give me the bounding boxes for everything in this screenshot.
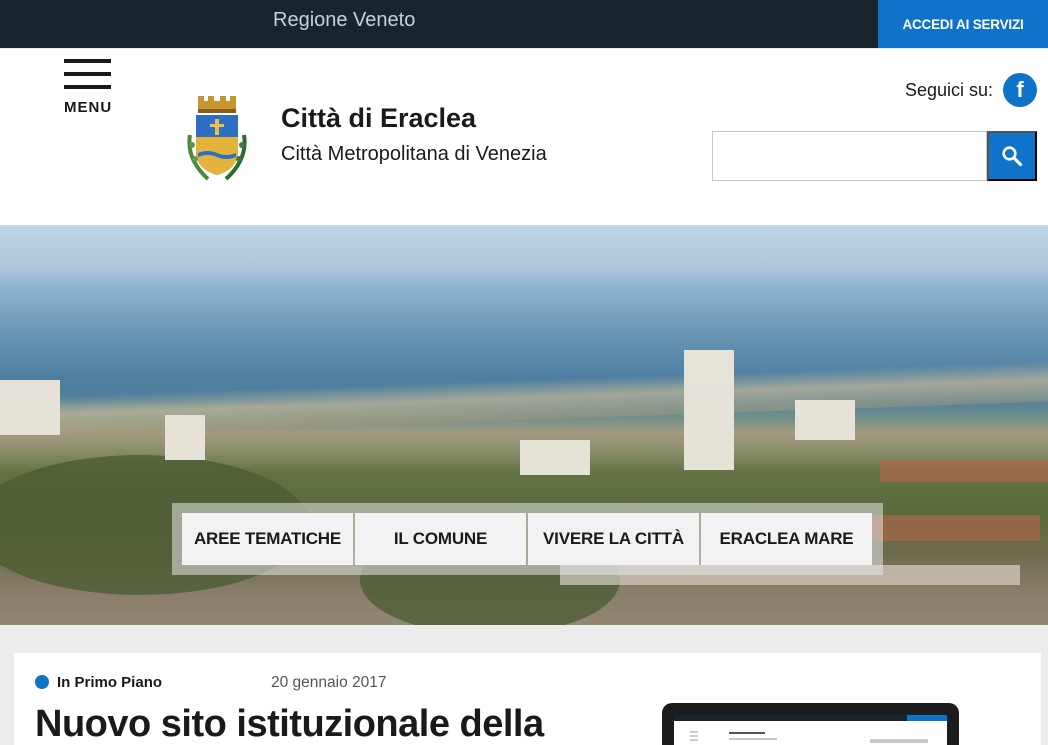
region-link[interactable]: Regione Veneto xyxy=(273,9,415,32)
tablet-title-line xyxy=(729,732,765,734)
tablet-topbar-button xyxy=(907,715,947,721)
tablet-subtitle-line xyxy=(729,738,777,740)
menu-label: MENU xyxy=(64,99,113,116)
news-category[interactable]: In Primo Piano xyxy=(57,674,162,691)
top-bar: Regione Veneto ACCEDI AI SERVIZI xyxy=(0,0,1048,48)
news-date: 20 gennaio 2017 xyxy=(271,674,387,691)
menu-button[interactable]: MENU xyxy=(64,59,112,119)
news-headline[interactable]: Nuovo sito istituzionale della xyxy=(35,703,544,745)
tablet-menu-line xyxy=(690,735,698,737)
hamburger-line xyxy=(64,72,111,76)
nav-item-vivere-la-citta[interactable]: VIVERE LA CITTÀ xyxy=(528,513,699,565)
tablet-search-line xyxy=(870,739,928,743)
facebook-icon[interactable]: f xyxy=(1003,73,1037,107)
search-input[interactable] xyxy=(712,131,987,181)
hamburger-icon xyxy=(64,59,111,63)
nav-item-eraclea-mare[interactable]: ERACLEA MARE xyxy=(701,513,872,565)
coat-of-arms-logo[interactable] xyxy=(184,95,250,183)
tablet-topbar xyxy=(674,715,947,721)
search-button[interactable] xyxy=(987,131,1037,181)
tablet-menu-line xyxy=(690,739,698,741)
tablet-preview-image xyxy=(662,703,959,745)
follow-label: Seguici su: xyxy=(905,80,994,100)
access-services-button[interactable]: ACCEDI AI SERVIZI xyxy=(878,0,1048,48)
category-dot-icon xyxy=(35,675,49,689)
hamburger-line xyxy=(64,85,111,89)
nav-item-il-comune[interactable]: IL COMUNE xyxy=(355,513,526,565)
tablet-menu-line xyxy=(690,731,698,733)
nav-item-aree-tematiche[interactable]: AREE TEMATICHE xyxy=(182,513,353,565)
site-subtitle: Città Metropolitana di Venezia xyxy=(281,143,547,165)
tablet-screen xyxy=(674,715,947,745)
search-icon xyxy=(1002,146,1023,167)
site-title[interactable]: Città di Eraclea xyxy=(281,103,476,134)
